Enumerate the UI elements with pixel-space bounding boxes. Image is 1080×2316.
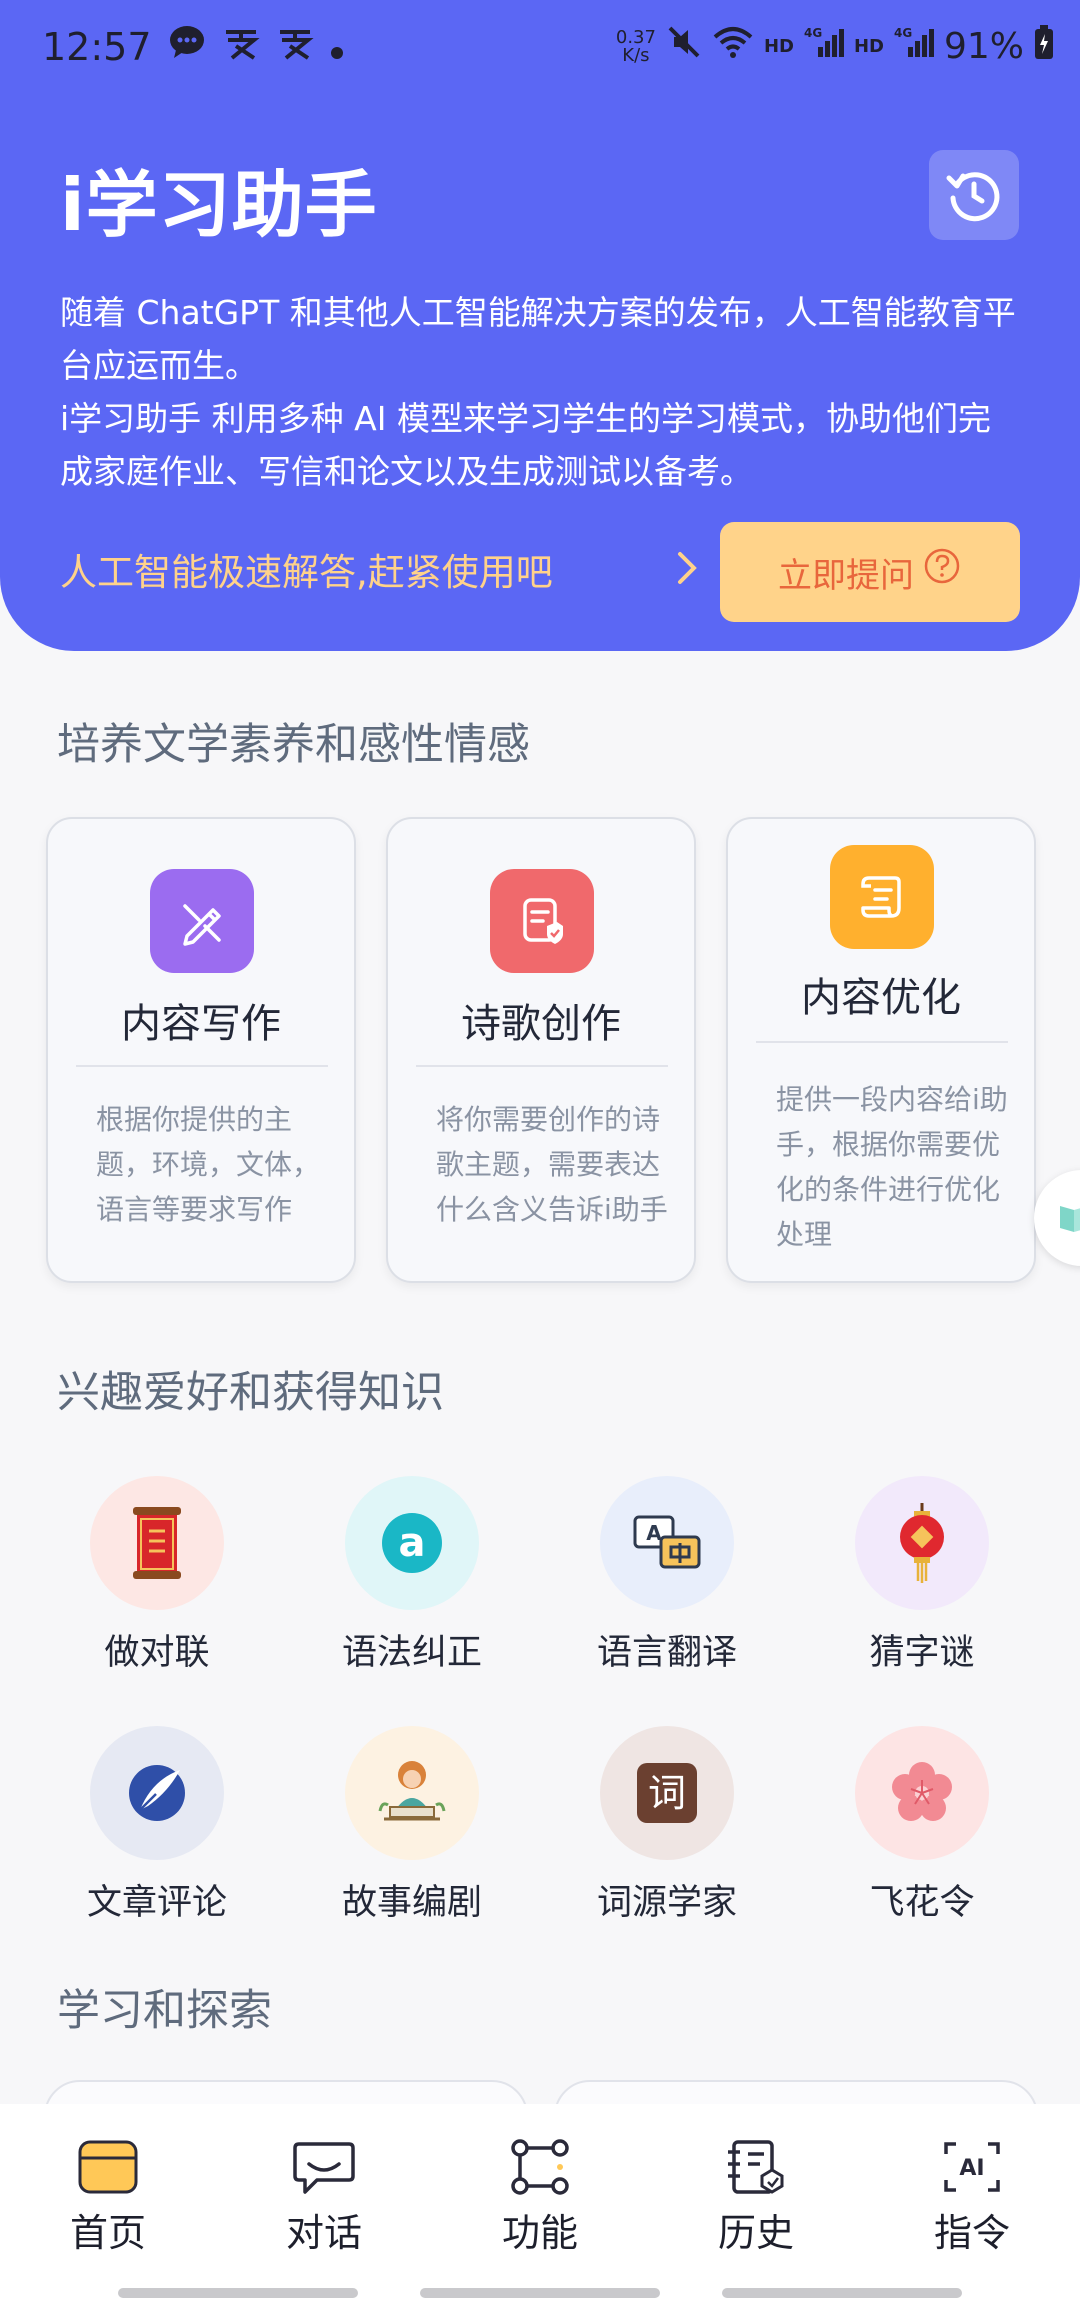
chevron-right-icon[interactable] [668,548,708,588]
status-bar: 12:57 0.37 K/s HD 4G HD 4G 91% [0,0,1080,96]
question-circle-icon [924,548,960,584]
card-divider [756,1041,1008,1043]
section-title-hobbies: 兴趣爱好和获得知识 [57,1368,444,1418]
ask-now-label: 立即提问 [778,555,914,596]
quill-icon [90,1726,224,1860]
section-title-literature: 培养文学素养和感性情感 [57,720,530,770]
intro-paragraph: i学习助手 利用多种 AI 模型来学习学生的学习模式，协助他们完成家庭作业、写信… [60,399,991,491]
dot-icon [330,25,344,69]
grid-item-couplet[interactable]: 做对联 [42,1476,272,1675]
book-icon [1060,1206,1080,1232]
app-title: i学习助手 [60,163,378,247]
nav-label: 对话 [285,2211,362,2255]
grid-item-label: 故事编剧 [341,1883,482,1923]
grid-item-label: 做对联 [104,1633,210,1673]
ci-char-icon: 词 [600,1726,734,1860]
grid-item-story-writer[interactable]: 故事编剧 [297,1726,527,1925]
scroll-icon [830,845,934,949]
nav-label: 历史 [717,2211,794,2255]
ci-char-text: 词 [648,1771,686,1815]
grid-item-article-review[interactable]: 文章评论 [42,1726,272,1925]
grid-item-label: 语法纠正 [341,1633,482,1673]
card-description: 将你需要创作的诗歌主题，需要表达什么含义告诉i助手 [436,1103,668,1226]
poem-doc-icon [490,869,594,973]
ask-now-button[interactable]: 立即提问 [720,522,1020,622]
battery-icon [1034,25,1054,68]
nav-label: 指令 [933,2211,1010,2255]
hd-indicator: HD [763,36,794,57]
grammar-a-icon: a [345,1476,479,1610]
function-nodes-icon [511,2139,569,2195]
grid-item-label: 语言翻译 [596,1633,737,1673]
lantern-icon [855,1476,989,1610]
svg-text:4G: 4G [804,26,822,40]
pen-icon [150,869,254,973]
mute-icon [666,24,702,69]
card-divider [416,1065,668,1067]
grid-item-label: 文章评论 [86,1883,227,1923]
grid-item-grammar[interactable]: a 语法纠正 [297,1476,527,1675]
svg-text:4G: 4G [894,26,912,40]
battery-percent: 91% [943,26,1024,67]
nav-command[interactable]: AI 指令 [892,2138,1052,2257]
floating-side-tab[interactable] [1034,1170,1080,1266]
gesture-bar [420,2288,660,2298]
nav-function[interactable]: 功能 [460,2138,620,2257]
grid-item-translate[interactable]: A 语言翻译 [552,1476,782,1675]
card-poem-writing[interactable]: 诗歌创作 将你需要创作的诗歌主题，需要表达什么含义告诉i助手 [386,817,696,1283]
card-content-writing[interactable]: 内容写作 根据你提供的主题，环境，文体，语言等要求写作 [46,817,356,1283]
card-title: 诗歌创作 [461,1001,621,1047]
gesture-bar [722,2288,962,2298]
cta-link[interactable]: 人工智能极速解答,赶紧使用吧 [60,542,553,596]
ai-badge-text: AI [959,2156,984,2181]
grid-item-label: 词源学家 [596,1883,737,1923]
grid-item-label: 猜字谜 [869,1633,975,1673]
history-button[interactable] [929,150,1019,240]
card-content-optimize[interactable]: 内容优化 提供一段内容给i助手，根据你需要优化的条件进行优化处理 [726,817,1036,1283]
history-clock-icon [946,172,1000,222]
grid-item-label: 飞花令 [869,1883,975,1923]
gesture-bar [118,2288,358,2298]
storyteller-icon [345,1726,479,1860]
ai-command-icon: AI [944,2142,1000,2192]
grid-item-etymology[interactable]: 词 词源学家 [552,1726,782,1925]
svg-text:a: a [399,1520,426,1566]
translate-icon: A [600,1476,734,1610]
signal-icon: 4G [804,25,844,68]
intro-paragraph: 随着 ChatGPT 和其他人工智能解决方案的发布，人工智能教育平台应运而生。 [60,293,1016,385]
card-title: 内容优化 [801,975,961,1021]
nav-label: 首页 [69,2211,146,2255]
history-book-icon [728,2140,784,2194]
grid-item-riddle[interactable]: 猜字谜 [807,1476,1037,1675]
nav-history[interactable]: 历史 [676,2138,836,2257]
header-panel: 12:57 0.37 K/s HD 4G HD 4G 91% i学习助手 随着 … [0,0,1080,651]
app-notification-icon [222,25,260,69]
app-notification-icon [276,25,314,69]
status-time: 12:57 [42,24,152,69]
wifi-icon [712,25,754,68]
nav-chat[interactable]: 对话 [244,2138,404,2257]
home-icon [78,2140,138,2194]
flower-icon [855,1726,989,1860]
net-speed: 0.37 K/s [615,26,656,66]
card-title: 内容写作 [121,1001,281,1047]
chat-icon [293,2142,355,2194]
card-divider [76,1065,328,1067]
section-title-explore: 学习和探索 [57,1986,272,2036]
message-icon [168,24,206,69]
nav-label: 功能 [501,2211,578,2255]
nav-home[interactable]: 首页 [28,2138,188,2257]
bottom-navigation: 首页 对话 功能 历史 AI 指令 [0,2104,1080,2316]
grid-item-feihualing[interactable]: 飞花令 [807,1726,1037,1925]
hd-indicator: HD [853,36,884,57]
couplet-scroll-icon [90,1476,224,1610]
card-description: 提供一段内容给i助手，根据你需要优化的条件进行优化处理 [776,1083,1008,1251]
intro-text: 随着 ChatGPT 和其他人工智能解决方案的发布，人工智能教育平台应运而生。 … [60,286,1020,498]
signal-icon: 4G [894,25,934,68]
card-description: 根据你提供的主题，环境，文体，语言等要求写作 [96,1103,321,1226]
